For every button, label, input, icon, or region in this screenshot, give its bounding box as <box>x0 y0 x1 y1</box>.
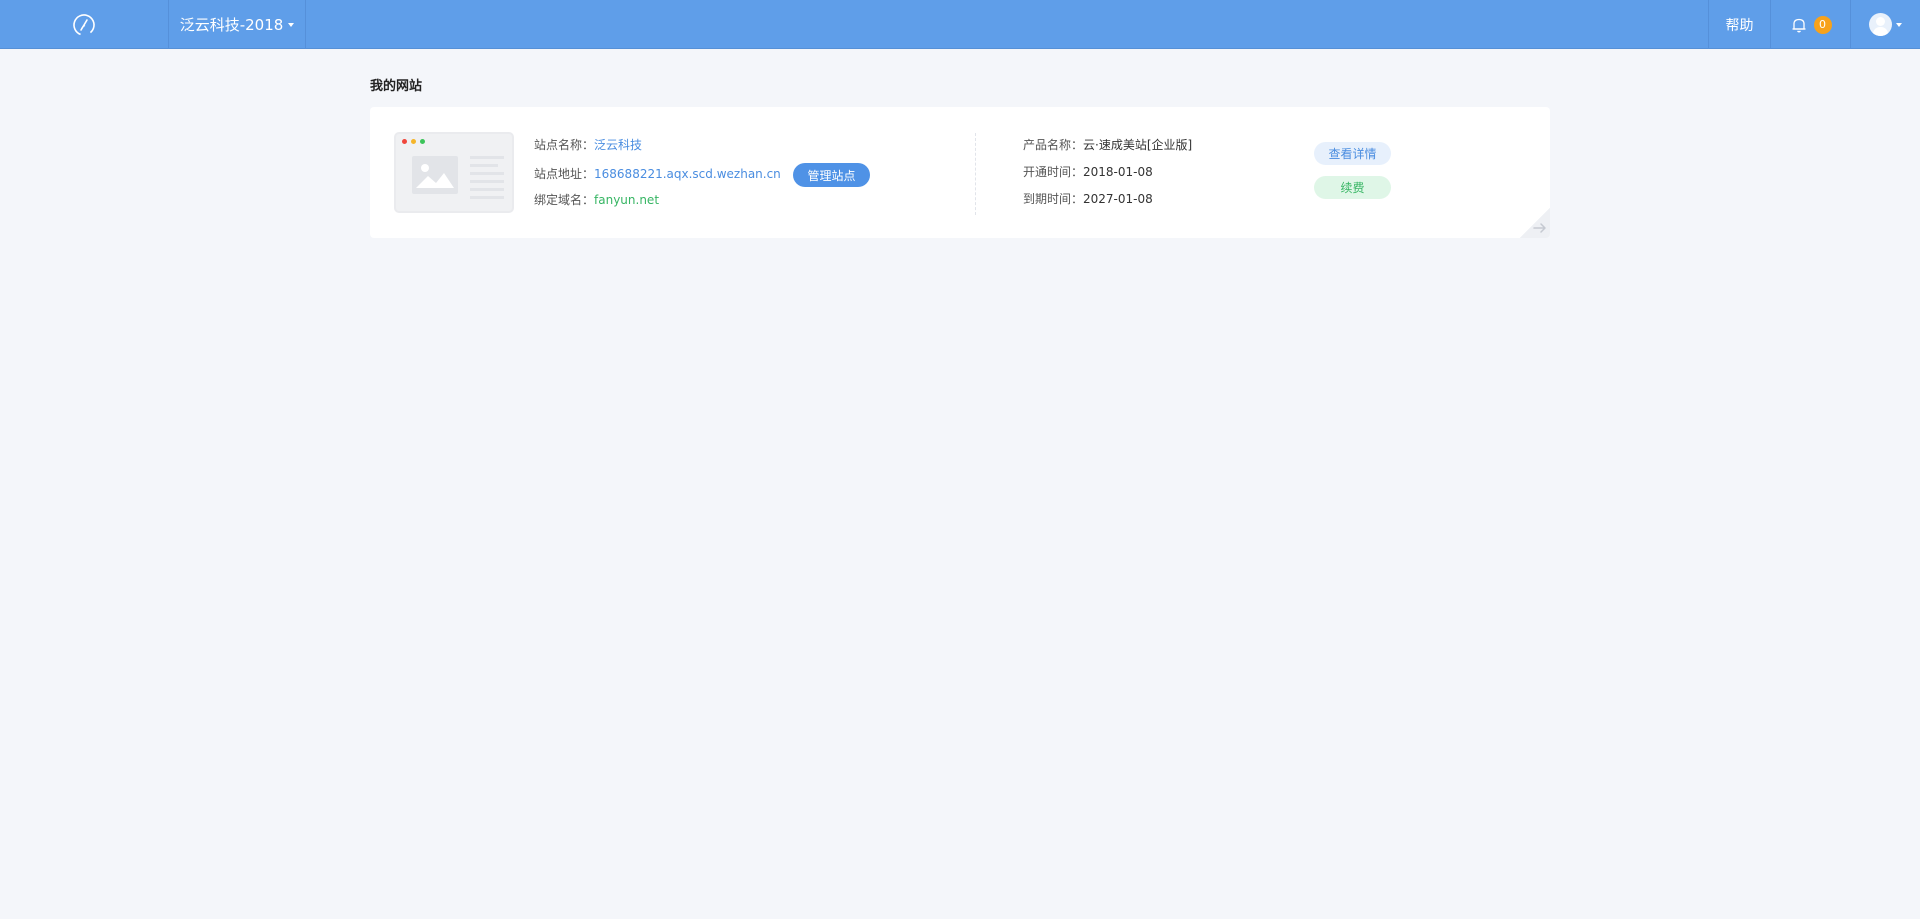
arrow-right-icon[interactable] <box>1531 219 1549 237</box>
open-date-row: 开通时间： 2018-01-08 <box>1023 163 1153 180</box>
site-name-row: 站点名称： 泛云科技 <box>534 136 642 153</box>
site-switch-dropdown[interactable]: 泛云科技-2018 <box>169 0 306 49</box>
window-dots <box>402 139 425 144</box>
top-right-tools: 帮助 0 <box>1708 0 1920 49</box>
text-lines-placeholder <box>470 156 504 204</box>
site-name-label: 站点名称： <box>534 138 595 152</box>
expire-date-row: 到期时间： 2027-01-08 <box>1023 190 1153 207</box>
open-date-label: 开通时间： <box>1023 165 1084 179</box>
site-card: 站点名称： 泛云科技 站点地址： 168688221.aqx.scd.wezha… <box>370 107 1550 238</box>
bell-icon <box>1792 18 1805 32</box>
caret-down-icon <box>1896 22 1902 27</box>
product-name-label: 产品名称： <box>1023 138 1084 152</box>
notifications-button[interactable]: 0 <box>1770 0 1850 49</box>
bound-domain-row: 绑定域名： fanyun.net <box>534 191 659 208</box>
expire-date-value: 2027-01-08 <box>1083 191 1153 206</box>
logo[interactable] <box>0 0 169 49</box>
open-date-value: 2018-01-08 <box>1083 164 1153 179</box>
bound-domain-label: 绑定域名： <box>534 193 595 207</box>
help-link[interactable]: 帮助 <box>1708 0 1770 49</box>
view-details-button[interactable]: 查看详情 <box>1314 142 1391 165</box>
page-title: 我的网站 <box>370 79 423 94</box>
user-menu[interactable] <box>1850 0 1920 49</box>
site-name-link[interactable]: 泛云科技 <box>594 136 642 153</box>
product-name-row: 产品名称： 云·速成美站[企业版] <box>1023 136 1192 153</box>
site-thumbnail[interactable] <box>394 132 514 213</box>
site-switch-label: 泛云科技-2018 <box>179 16 284 34</box>
site-address-link[interactable]: 168688221.aqx.scd.wezhan.cn <box>594 167 781 181</box>
site-address-row: 站点地址： 168688221.aqx.scd.wezhan.cn <box>534 165 781 182</box>
expire-date-label: 到期时间： <box>1023 192 1084 206</box>
help-label: 帮助 <box>1725 17 1754 34</box>
manage-site-button[interactable]: 管理站点 <box>793 163 870 187</box>
divider <box>975 133 976 215</box>
avatar-icon <box>1869 13 1892 36</box>
notification-count-badge: 0 <box>1813 15 1832 34</box>
image-placeholder-icon <box>412 156 458 194</box>
bound-domain-link[interactable]: fanyun.net <box>594 193 659 207</box>
site-address-label: 站点地址： <box>534 167 595 181</box>
top-navigation-bar: 泛云科技-2018 帮助 0 <box>0 0 1920 49</box>
product-name-value: 云·速成美站[企业版] <box>1083 138 1193 152</box>
renew-button[interactable]: 续费 <box>1314 176 1391 199</box>
caret-down-icon <box>288 22 295 27</box>
logo-icon <box>73 13 95 36</box>
